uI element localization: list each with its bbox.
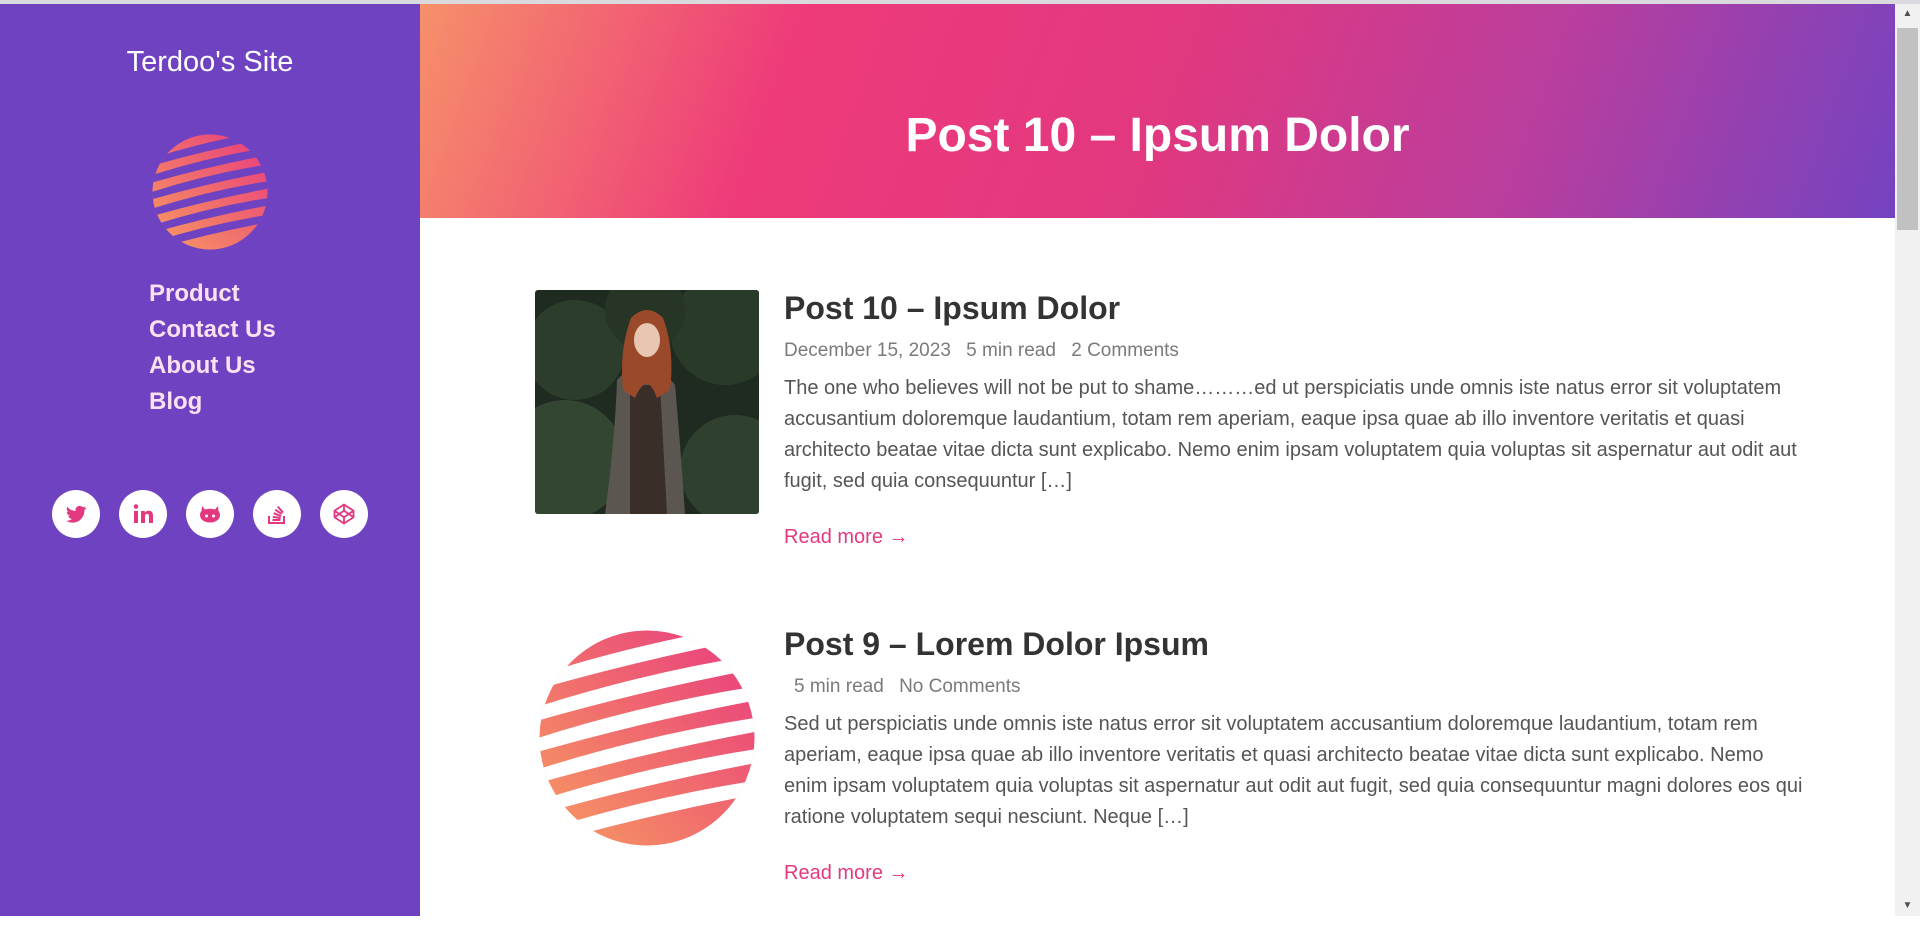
- post-meta: 5 min read No Comments: [784, 676, 1804, 698]
- nav-product[interactable]: Product: [149, 276, 276, 312]
- linkedin-link[interactable]: [119, 490, 167, 538]
- twitter-link[interactable]: [52, 490, 100, 538]
- post-read-time: 5 min read: [794, 676, 884, 697]
- github-icon: [200, 506, 220, 523]
- globe-logo-icon: [152, 134, 268, 250]
- nav-about-us[interactable]: About Us: [149, 348, 276, 384]
- post-title[interactable]: Post 10 – Ipsum Dolor: [784, 288, 1804, 328]
- post-date[interactable]: December 15, 2023: [784, 340, 951, 361]
- post-excerpt: The one who believes will not be put to …: [784, 377, 1797, 492]
- post-card: Post 9 – Lorem Dolor Ipsum 5 min read No…: [535, 626, 1802, 926]
- post-comments[interactable]: No Comments: [899, 676, 1020, 697]
- twitter-icon: [66, 505, 87, 523]
- site-title[interactable]: Terdoo's Site: [0, 46, 420, 79]
- vertical-scrollbar[interactable]: ▲ ▼: [1895, 4, 1920, 916]
- post-excerpt: Sed ut perspiciatis unde omnis iste natu…: [784, 713, 1803, 828]
- nav-contact-us[interactable]: Contact Us: [149, 312, 276, 348]
- codepen-icon: [333, 503, 355, 525]
- post-title[interactable]: Post 9 – Lorem Dolor Ipsum: [784, 624, 1804, 664]
- read-more-link[interactable]: Read more →: [784, 526, 909, 549]
- read-more-link[interactable]: Read more →: [784, 862, 909, 885]
- github-link[interactable]: [186, 490, 234, 538]
- page-hero: Post 10 – Ipsum Dolor: [420, 4, 1895, 218]
- scroll-down-arrow-icon[interactable]: ▼: [1895, 896, 1920, 916]
- post-card: Post 10 – Ipsum Dolor December 15, 2023 …: [535, 290, 1797, 590]
- post-read-time: 5 min read: [966, 340, 1056, 361]
- scroll-up-arrow-icon[interactable]: ▲: [1895, 4, 1920, 24]
- page-title: Post 10 – Ipsum Dolor: [905, 109, 1410, 163]
- post-list: Post 10 – Ipsum Dolor December 15, 2023 …: [420, 218, 1895, 916]
- social-links: [52, 490, 387, 538]
- post-body: Post 10 – Ipsum Dolor December 15, 2023 …: [784, 290, 1804, 549]
- stackoverflow-link[interactable]: [253, 490, 301, 538]
- scroll-thumb[interactable]: [1897, 28, 1918, 230]
- site-logo[interactable]: [150, 132, 270, 252]
- main-nav: Product Contact Us About Us Blog: [149, 276, 276, 420]
- photo-thumbnail-image: [535, 290, 759, 514]
- sidebar: Terdoo's Site Product Contact Us About U…: [0, 4, 420, 916]
- globe-logo-icon: [539, 630, 755, 846]
- post-body: Post 9 – Lorem Dolor Ipsum 5 min read No…: [784, 626, 1804, 885]
- post-thumbnail[interactable]: [535, 626, 759, 850]
- linkedin-icon: [133, 504, 153, 523]
- post-meta: December 15, 2023 5 min read 2 Comments: [784, 340, 1804, 362]
- nav-blog[interactable]: Blog: [149, 384, 276, 420]
- stackoverflow-icon: [268, 505, 285, 524]
- post-thumbnail[interactable]: [535, 290, 759, 514]
- post-comments[interactable]: 2 Comments: [1071, 340, 1179, 361]
- codepen-link[interactable]: [320, 490, 368, 538]
